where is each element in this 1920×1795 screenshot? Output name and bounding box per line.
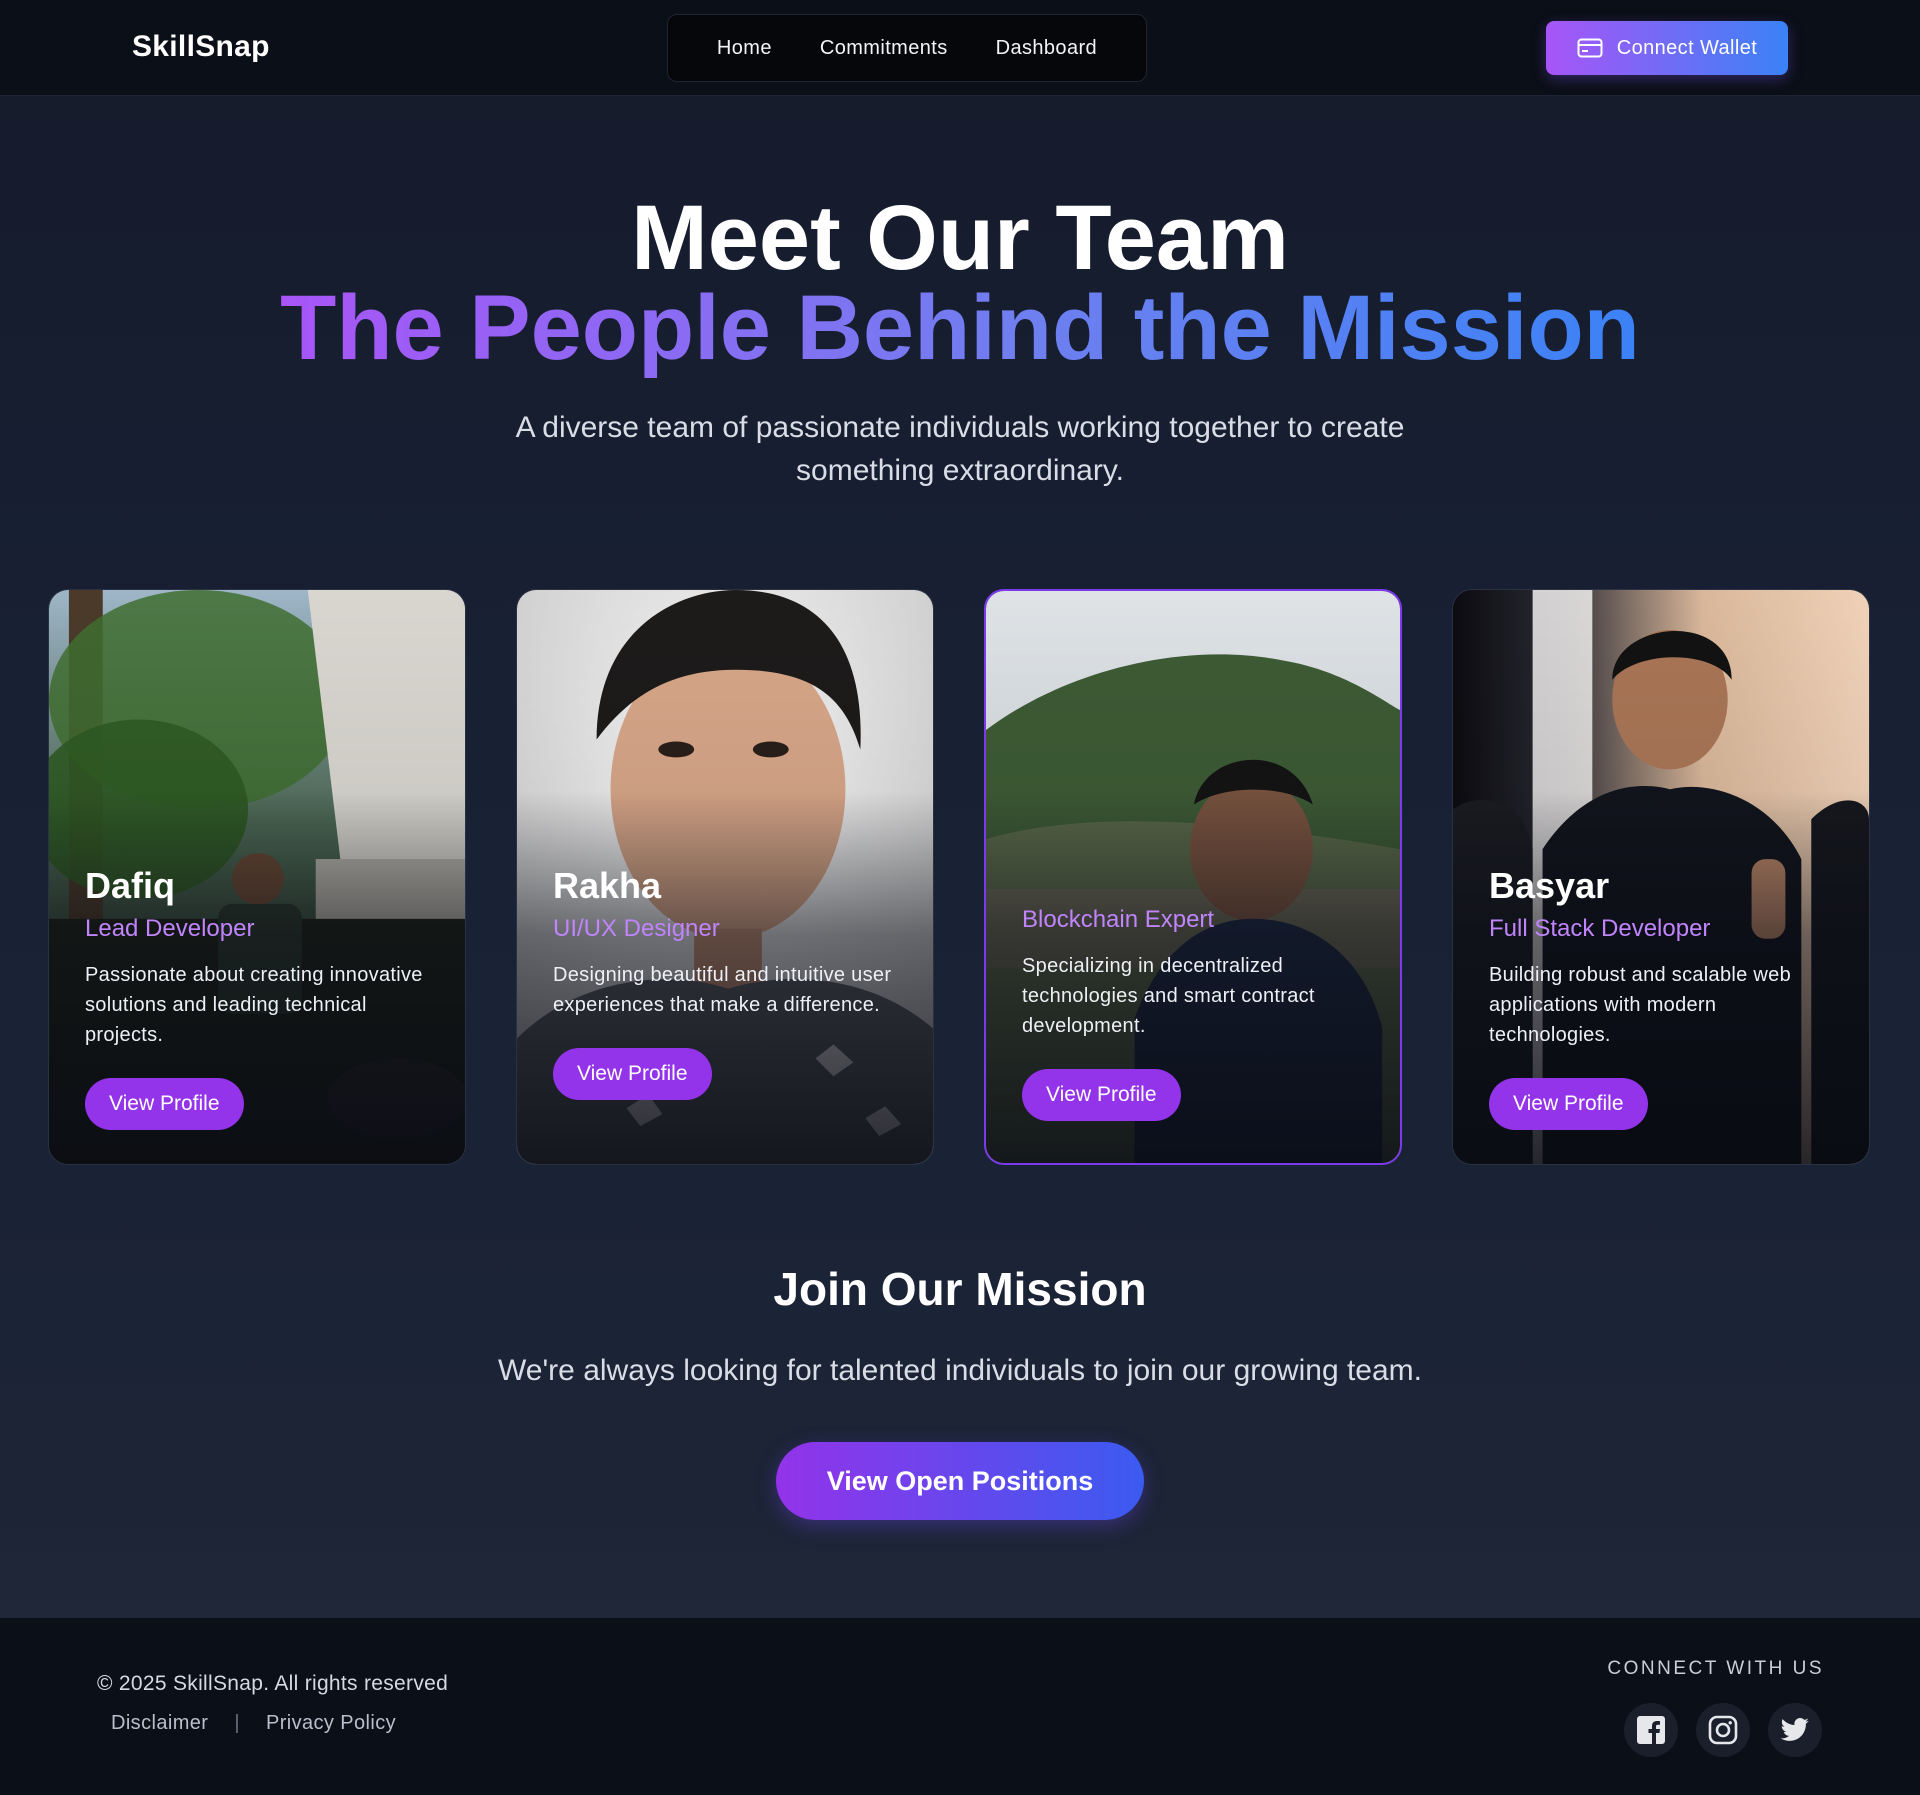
team-card-blockchain-expert: Blockchain Expert Specializing in decent… xyxy=(984,589,1402,1165)
connect-wallet-label: Connect Wallet xyxy=(1616,36,1758,59)
disclaimer-link[interactable]: Disclaimer xyxy=(111,1712,208,1735)
footer-links: Disclaimer | Privacy Policy xyxy=(111,1712,396,1735)
view-profile-button[interactable]: View Profile xyxy=(1489,1078,1648,1130)
member-bio: Building robust and scalable web applica… xyxy=(1489,964,1792,1046)
member-bio: Designing beautiful and intuitive user e… xyxy=(553,964,892,1016)
member-name: Dafiq xyxy=(85,865,175,906)
nav-commitments[interactable]: Commitments xyxy=(820,37,948,60)
team-card-content: Dafiq Lead Developer Passionate about cr… xyxy=(85,864,435,1130)
team-card-content: Rakha UI/UX Designer Designing beautiful… xyxy=(553,864,903,1100)
team-card-dafiq: Dafiq Lead Developer Passionate about cr… xyxy=(48,589,466,1165)
member-role: Blockchain Expert xyxy=(1022,906,1215,933)
connect-label: CONNECT WITH US xyxy=(1607,1658,1824,1679)
facebook-icon xyxy=(1637,1716,1665,1744)
member-name: Basyar xyxy=(1489,865,1610,906)
copyright-text: © 2025 SkillSnap. All rights reserved xyxy=(97,1672,449,1695)
view-profile-button[interactable]: View Profile xyxy=(553,1048,712,1100)
member-role: Full Stack Developer xyxy=(1489,915,1711,942)
join-title: Join Our Mission xyxy=(773,1263,1147,1315)
view-profile-button[interactable]: View Profile xyxy=(85,1078,244,1130)
footer: © 2025 SkillSnap. All rights reserved Di… xyxy=(0,1618,1920,1795)
member-bio: Passionate about creating innovative sol… xyxy=(85,964,423,1046)
twitter-link[interactable] xyxy=(1768,1703,1822,1757)
brand-logo[interactable]: SkillSnap xyxy=(132,30,270,64)
page-subtitle: The People Behind the Mission xyxy=(0,278,1920,378)
privacy-policy-link[interactable]: Privacy Policy xyxy=(266,1712,396,1735)
instagram-icon xyxy=(1708,1715,1738,1745)
top-navbar: SkillSnap Home Commitments Dashboard Con… xyxy=(0,0,1920,96)
page-subtitle-text: The People Behind the Mission xyxy=(280,277,1640,379)
instagram-link[interactable] xyxy=(1696,1703,1750,1757)
join-description: We're always looking for talented indivi… xyxy=(498,1354,1422,1387)
connect-wallet-button[interactable]: Connect Wallet xyxy=(1546,21,1788,75)
link-separator: | xyxy=(234,1712,240,1734)
member-name: Rakha xyxy=(553,865,662,906)
member-role: Lead Developer xyxy=(85,915,255,942)
hero-description: A diverse team of passionate individuals… xyxy=(515,411,1405,487)
twitter-icon xyxy=(1780,1718,1809,1741)
nav-home[interactable]: Home xyxy=(717,37,772,60)
view-open-positions-button[interactable]: View Open Positions xyxy=(776,1442,1144,1520)
facebook-link[interactable] xyxy=(1624,1703,1678,1757)
member-bio: Specializing in decentralized technologi… xyxy=(1022,955,1315,1037)
view-profile-button[interactable]: View Profile xyxy=(1022,1069,1181,1121)
team-card-basyar: Basyar Full Stack Developer Building rob… xyxy=(1452,589,1870,1165)
social-links xyxy=(1624,1703,1822,1757)
team-card-rakha: Rakha UI/UX Designer Designing beautiful… xyxy=(516,589,934,1165)
wallet-icon xyxy=(1577,38,1603,58)
member-role: UI/UX Designer xyxy=(553,915,720,942)
main-nav: Home Commitments Dashboard xyxy=(667,14,1147,82)
team-card-content: Blockchain Expert Specializing in decent… xyxy=(1022,899,1372,1121)
page-background: SkillSnap Home Commitments Dashboard Con… xyxy=(0,0,1920,1795)
page-title: Meet Our Team xyxy=(631,187,1289,289)
team-card-content: Basyar Full Stack Developer Building rob… xyxy=(1489,864,1839,1130)
nav-dashboard[interactable]: Dashboard xyxy=(996,37,1097,60)
